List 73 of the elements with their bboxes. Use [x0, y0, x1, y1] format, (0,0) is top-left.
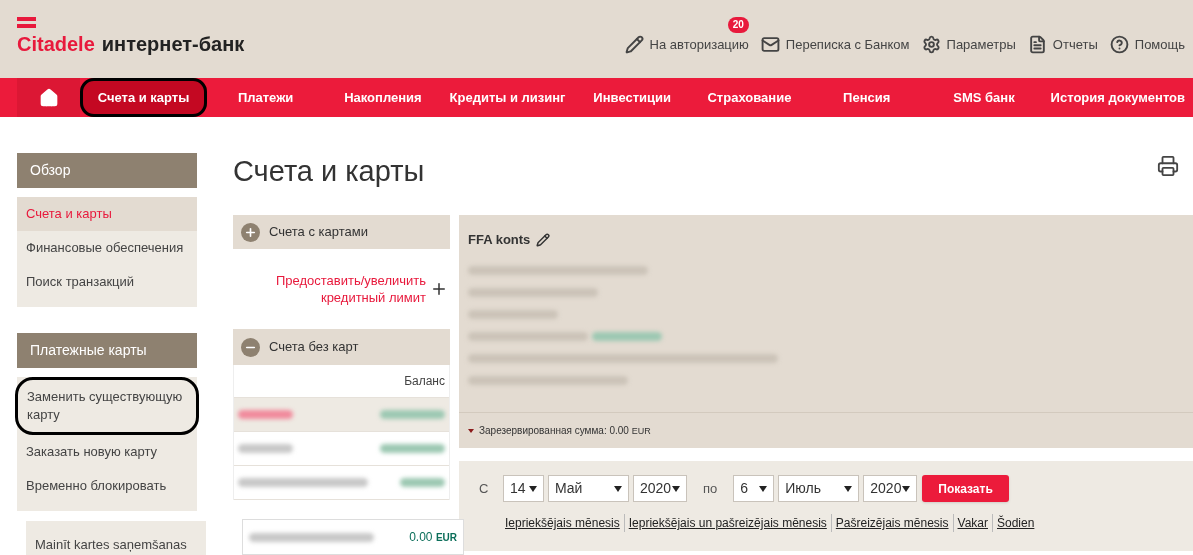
header-link[interactable]: Отчеты [1027, 34, 1098, 54]
blurred-balance [380, 444, 445, 453]
dropdown-caret-icon [529, 485, 537, 492]
plus-icon[interactable] [430, 280, 448, 298]
year-select[interactable]: 2020 [633, 475, 687, 502]
nav-tab[interactable]: Счета и карты [80, 78, 207, 117]
print-icon[interactable] [1157, 155, 1179, 177]
account-row[interactable]: 0.00 EUR [242, 519, 464, 555]
header-link[interactable]: Параметры [921, 34, 1016, 54]
balance-amount: 0.00 EUR [409, 529, 457, 546]
caret-down-icon[interactable] [468, 428, 474, 433]
date-range-link[interactable]: Pašreizējais mēnesis [830, 514, 953, 532]
reserved-amount: Зарезервированная сумма: 0.00 EUR [479, 423, 651, 438]
sidebar-item[interactable]: Заказать новую карту [17, 435, 197, 469]
blurred-account-name [238, 410, 293, 419]
sidebar-header: Обзор [17, 153, 197, 188]
blurred-balance [400, 478, 445, 487]
nav-tab[interactable]: Страхование [690, 78, 809, 117]
accordion-header[interactable]: Счета с картами [233, 215, 450, 249]
header-link[interactable]: Переписка с Банком [760, 34, 910, 54]
date-range-link[interactable]: Iepriekšējais un pašreizējais mēnesis [623, 514, 831, 532]
show-button[interactable]: Показать [922, 475, 1009, 502]
page-title: Счета и карты [233, 157, 425, 186]
sidebar-item[interactable]: Mainīt kartes saņemšanas [26, 519, 206, 555]
date-range-link[interactable]: Šodien [992, 514, 1039, 532]
month-select[interactable]: Май [548, 475, 629, 502]
help-icon [1109, 34, 1129, 54]
year-select[interactable]: 2020 [863, 475, 918, 502]
minus-icon [241, 337, 260, 357]
logo-mark-icon [17, 17, 36, 28]
nav-tab[interactable]: Накопления [324, 78, 442, 117]
document-icon [1027, 34, 1047, 54]
plus-icon [241, 222, 260, 242]
nav-tab[interactable]: Пенсия [808, 78, 926, 117]
sidebar-header: Платежные карты [17, 333, 197, 368]
dropdown-caret-icon [844, 485, 853, 492]
blurred-balance [380, 410, 445, 419]
day-select[interactable]: 14 [503, 475, 544, 502]
home-icon [38, 87, 59, 108]
accordion-header[interactable]: Счета без карт [233, 329, 450, 365]
count-badge: 20 [727, 16, 749, 33]
home-tab[interactable] [17, 78, 80, 117]
date-range-link[interactable]: Iepriekšējais mēnesis [501, 514, 624, 532]
nav-tab[interactable]: История документов [1042, 78, 1193, 117]
credit-limit-link[interactable]: Предоставить/увеличить кредитный лимит [251, 272, 426, 306]
brand-logo: Citadele [17, 34, 95, 54]
to-label: по [703, 479, 718, 498]
settings-icon [921, 34, 941, 54]
month-select[interactable]: Июль [778, 475, 860, 502]
nav-tab[interactable]: Платежи [207, 78, 325, 117]
dropdown-caret-icon [672, 485, 680, 492]
pencil-icon [624, 34, 644, 54]
product-title: интернет-банк [101, 34, 245, 54]
edit-icon[interactable] [536, 232, 551, 247]
dropdown-caret-icon [759, 485, 768, 492]
dropdown-caret-icon [614, 485, 622, 492]
sidebar-item[interactable]: Поиск транзакций [17, 265, 197, 299]
header-link[interactable]: Помощь [1109, 34, 1185, 54]
account-title: FFA konts [468, 231, 531, 249]
blurred-amount [592, 331, 662, 341]
sidebar-item[interactable]: Финансовые обеспечения [17, 231, 197, 265]
nav-tab[interactable]: Кредиты и лизинг [441, 78, 574, 117]
date-range-link[interactable]: Vakar [952, 514, 992, 532]
day-select[interactable]: 6 [733, 475, 775, 502]
from-label: С [479, 479, 490, 498]
nav-tab[interactable]: Инвестиции [573, 78, 691, 117]
column-header: Баланс [404, 373, 445, 390]
sidebar-item[interactable]: Временно блокировать [17, 469, 197, 503]
sidebar-item[interactable]: Заменить существующую карту [15, 377, 199, 435]
nav-tab[interactable]: SMS банк [925, 78, 1043, 117]
blurred-account-name [238, 444, 293, 453]
mail-icon [760, 34, 780, 54]
dropdown-caret-icon [902, 485, 911, 492]
